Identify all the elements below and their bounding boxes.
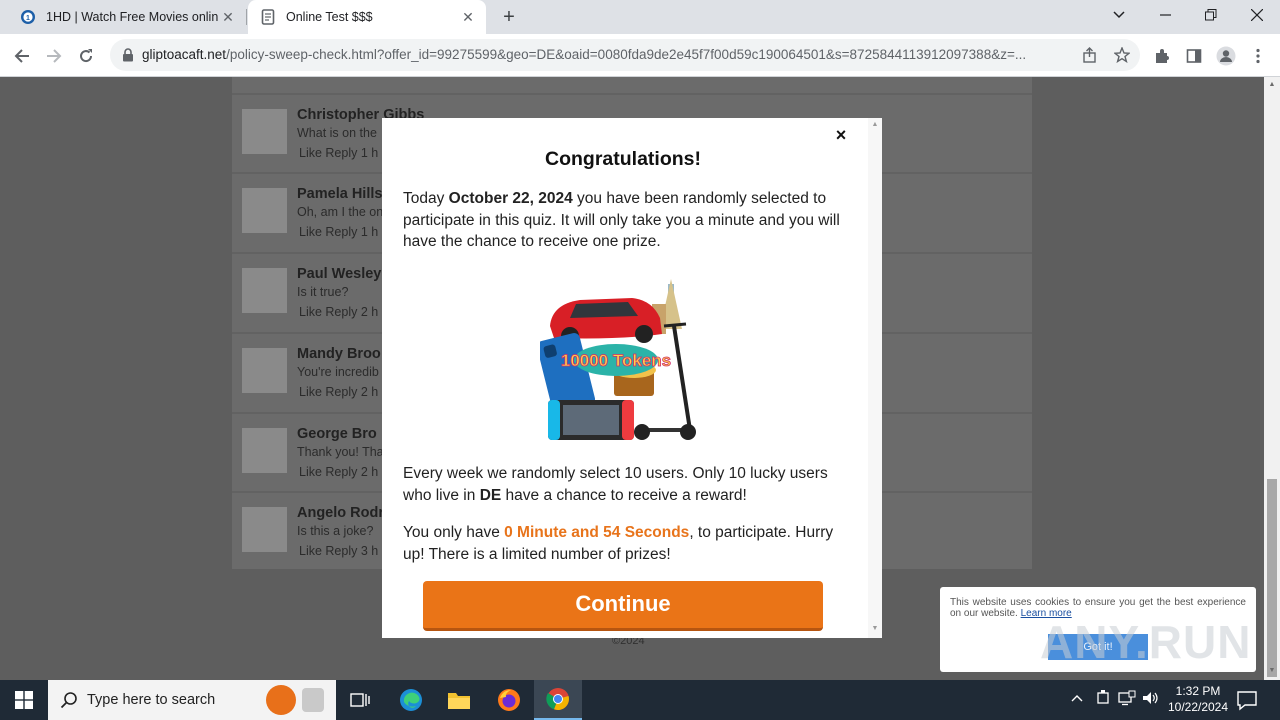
comment-actions[interactable]: Like Reply 2 h <box>299 385 378 399</box>
comment-actions[interactable]: Like Reply 1 h <box>299 225 378 239</box>
intro-paragraph: Today October 22, 2024 you have been ran… <box>403 190 840 250</box>
comment-actions[interactable]: Like Reply 3 h <box>299 544 378 558</box>
countdown-timer: 0 Minute and 54 Seconds <box>504 524 690 541</box>
comment-text: Is this a joke? <box>297 524 374 538</box>
bookmark-star-icon[interactable] <box>1112 45 1132 65</box>
device-icon[interactable] <box>1096 690 1110 709</box>
scroll-down-icon[interactable]: ▼ <box>1268 667 1276 674</box>
new-tab-button[interactable]: + <box>498 6 520 28</box>
windows-taskbar: Type here to search 1:32 PM 10/22/2024 <box>0 680 1280 720</box>
continue-button[interactable]: Continue <box>423 581 823 631</box>
selection-paragraph: Every week we randomly select 10 users. … <box>403 465 828 504</box>
page-scrollbar[interactable]: ▲ ▼ <box>1264 77 1280 680</box>
avatar <box>242 268 287 313</box>
comment-author[interactable]: Mandy Broo <box>297 346 381 362</box>
modal-scrollbar[interactable]: ▲ ▼ <box>868 118 882 638</box>
firefox-icon[interactable] <box>485 680 533 720</box>
scrollbar-thumb[interactable] <box>1267 479 1277 677</box>
avatar <box>242 188 287 233</box>
scroll-down-icon[interactable]: ▼ <box>871 625 879 632</box>
close-icon[interactable]: × <box>832 126 850 144</box>
avatar <box>242 428 287 473</box>
browser-toolbar: gliptoacaft.net/policy-sweep-check.html?… <box>0 34 1280 77</box>
comment-actions[interactable]: Like Reply 1 h <box>299 146 378 160</box>
tab-title: Online Test $$$ <box>286 10 373 24</box>
comment-text: You're incredib <box>297 365 379 379</box>
tab-search-chevron-icon[interactable] <box>1096 0 1142 30</box>
tokens-text: 10000 Tokens <box>561 351 671 370</box>
basketball-icon <box>266 685 296 715</box>
notification-icon[interactable] <box>1236 689 1258 711</box>
task-view-icon[interactable] <box>336 680 384 720</box>
tab-strip: 1 1HD | Watch Free Movies online ✕ Onlin… <box>0 0 1280 34</box>
forward-arrow-icon[interactable] <box>41 43 67 69</box>
comment-author[interactable]: Pamela Hills <box>297 186 382 202</box>
avatar <box>242 109 287 154</box>
search-placeholder: Type here to search <box>87 692 216 708</box>
prize-modal: ▲ ▼ × Congratulations! Today October 22,… <box>382 118 882 638</box>
comment-author[interactable]: Paul Wesley <box>297 266 381 282</box>
reload-icon[interactable] <box>73 43 99 69</box>
network-icon[interactable] <box>1118 690 1136 709</box>
taskbar-search-input[interactable]: Type here to search <box>48 680 336 720</box>
tab-separator <box>246 9 247 25</box>
tab-online-test[interactable]: Online Test $$$ ✕ <box>248 0 486 34</box>
profile-avatar-icon[interactable] <box>1215 45 1237 67</box>
edge-icon[interactable] <box>387 680 435 720</box>
taskbar-clock[interactable]: 1:32 PM 10/22/2024 <box>1160 683 1236 715</box>
tab-title: 1HD | Watch Free Movies online <box>46 10 218 24</box>
modal-title: Congratulations! <box>545 148 701 170</box>
tab-1hd[interactable]: 1 1HD | Watch Free Movies online ✕ <box>8 0 246 34</box>
close-tab-icon[interactable]: ✕ <box>458 7 478 27</box>
address-bar[interactable]: gliptoacaft.net/policy-sweep-check.html?… <box>110 39 1140 71</box>
comment-author[interactable]: George Bro <box>297 426 377 442</box>
comment-text: What is on the <box>297 126 377 140</box>
menu-kebab-icon[interactable] <box>1247 45 1269 67</box>
scroll-up-icon[interactable]: ▲ <box>871 121 879 128</box>
file-explorer-icon[interactable] <box>435 680 483 720</box>
anyrun-watermark: ANY.RUN <box>1040 616 1252 668</box>
scroll-up-icon[interactable]: ▲ <box>1268 81 1276 88</box>
windows-start-icon[interactable] <box>0 680 48 720</box>
close-tab-icon[interactable]: ✕ <box>218 7 238 27</box>
back-arrow-icon[interactable] <box>9 43 35 69</box>
url-text[interactable]: gliptoacaft.net/policy-sweep-check.html?… <box>142 47 1072 62</box>
timer-paragraph: You only have 0 Minute and 54 Seconds, t… <box>403 524 834 563</box>
prizes-image: 10000 Tokens <box>540 279 696 440</box>
svg-text:1: 1 <box>26 15 30 22</box>
comment-actions[interactable]: Like Reply 2 h <box>299 305 378 319</box>
chrome-icon[interactable] <box>534 680 582 720</box>
avatar <box>242 348 287 393</box>
minimize-button[interactable] <box>1142 0 1188 30</box>
whistle-icon <box>302 688 324 712</box>
share-icon[interactable] <box>1080 45 1100 65</box>
comment-text: Oh, am I the on <box>297 205 384 219</box>
clock-date: 10/22/2024 <box>1167 700 1229 714</box>
comment-text: Thank you! Tha <box>297 445 384 459</box>
close-window-button[interactable] <box>1234 0 1280 30</box>
1hd-favicon-icon: 1 <box>20 9 36 25</box>
lock-icon[interactable] <box>122 48 134 62</box>
search-icon <box>60 691 78 709</box>
show-hidden-icons-chevron-icon[interactable] <box>1071 690 1083 705</box>
comment-text: Is it true? <box>297 285 349 299</box>
current-date: October 22, 2024 <box>448 190 573 207</box>
clock-time: 1:32 PM <box>1175 684 1221 698</box>
extensions-puzzle-icon[interactable] <box>1151 45 1173 67</box>
geo-code: DE <box>479 486 502 504</box>
comment-actions[interactable]: Like Reply 2 h <box>299 465 378 479</box>
volume-icon[interactable] <box>1142 690 1160 709</box>
avatar <box>242 507 287 552</box>
restore-button[interactable] <box>1188 0 1234 30</box>
comment-author[interactable]: Angelo Rodr <box>297 505 384 521</box>
side-panel-icon[interactable] <box>1183 45 1205 67</box>
page-favicon-icon <box>260 9 276 25</box>
